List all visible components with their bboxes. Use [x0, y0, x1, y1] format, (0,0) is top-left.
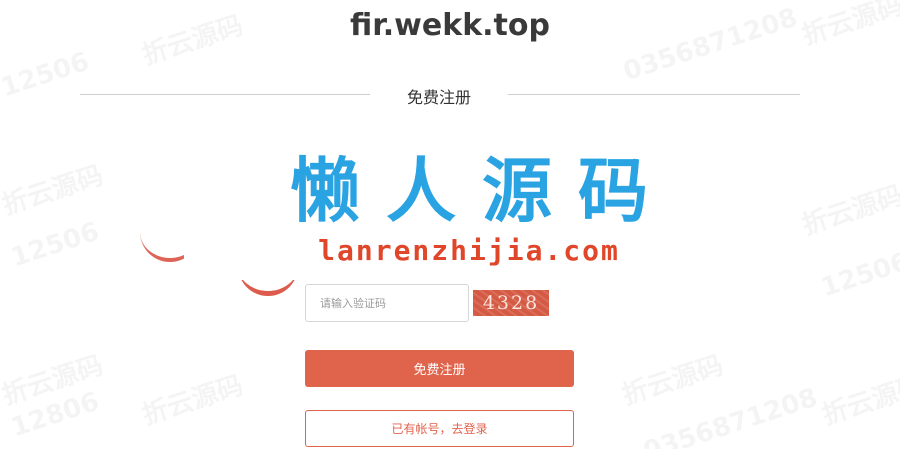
banner-title: 懒人源码 [290, 150, 674, 232]
register-button[interactable]: 免费注册 [305, 350, 574, 387]
section-heading: 免费注册 [406, 88, 471, 107]
site-title: fir.wekk.top [350, 8, 550, 43]
verification-code-input[interactable] [305, 284, 469, 322]
login-link-button[interactable]: 已有帐号，去登录 [305, 410, 574, 447]
divider-right [508, 94, 800, 95]
banner-url: lanrenzhijia.com [318, 234, 620, 267]
divider-left [80, 94, 370, 95]
captcha-image[interactable]: 4328 [473, 290, 549, 316]
watermark-banner: 懒人源码 lanrenzhijia.com [184, 134, 754, 280]
